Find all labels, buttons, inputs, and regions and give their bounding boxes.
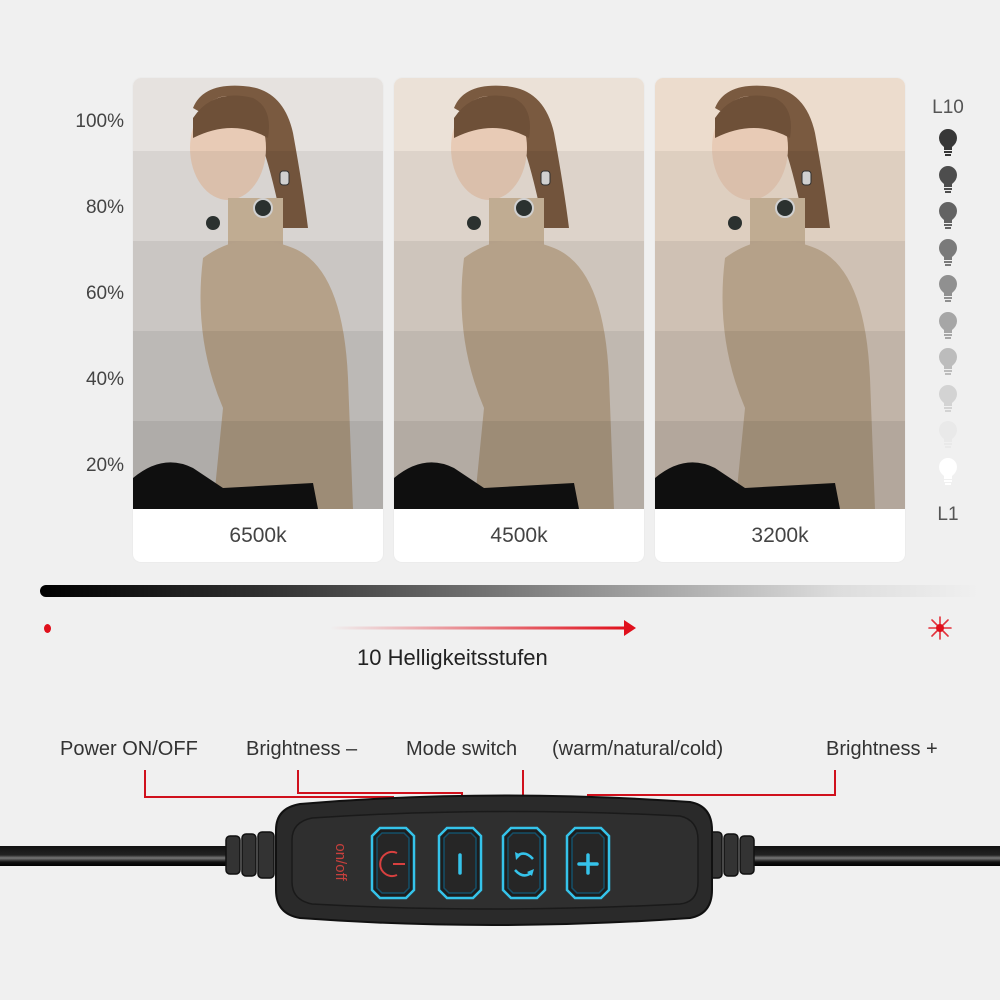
bulb-icon: [937, 311, 959, 339]
mode-switch-button[interactable]: [501, 826, 547, 900]
brightness-band: [655, 241, 905, 331]
brightness-band: [133, 241, 383, 331]
mode-switch-label: Mode switch: [406, 738, 518, 760]
brightness-label-100: 100%: [75, 111, 124, 132]
brightness-gradient-bar: [40, 585, 980, 597]
model-photo: [133, 78, 383, 509]
brightness-plus-label: Brightness +: [826, 738, 938, 760]
brightness-band: [394, 421, 644, 509]
level-top-label: L10: [932, 97, 964, 118]
bulb-icon: [937, 457, 959, 485]
brightness-minus-label: Brightness –: [246, 738, 358, 760]
level-bottom-label: L1: [937, 504, 959, 525]
brightness-band: [655, 331, 905, 421]
model-photo: [394, 78, 644, 509]
bulb-icon: [937, 420, 959, 448]
cable-left: [0, 846, 232, 866]
color-temperature-label: 3200k: [751, 524, 809, 547]
brightness-plus-button[interactable]: [565, 826, 611, 900]
brightness-label-40: 40%: [85, 369, 124, 390]
bulb-icon: [937, 238, 959, 266]
strain-relief-right: [705, 831, 755, 879]
inline-remote-controller: on/off: [0, 794, 1000, 926]
brightness-band: [133, 331, 383, 421]
brightness-band: [394, 241, 644, 331]
bulb-icon: [937, 384, 959, 412]
power-button[interactable]: [370, 826, 416, 900]
color-temperature-label: 6500k: [229, 524, 287, 547]
dim-light-icon: [44, 624, 51, 633]
increase-arrow-icon: [330, 620, 636, 636]
power-label: Power ON/OFF: [60, 738, 198, 760]
brightness-minus-button[interactable]: [437, 826, 483, 900]
on-off-print: on/off: [332, 843, 349, 881]
card-3200k: 3200k: [655, 78, 905, 562]
bright-light-icon: [928, 616, 952, 640]
card-4500k: 4500k: [394, 78, 644, 562]
bulb-icon: [937, 201, 959, 229]
brightness-label-80: 80%: [85, 197, 124, 218]
brightness-label-20: 20%: [85, 455, 124, 476]
bulb-icon: [937, 347, 959, 375]
brightness-band: [133, 151, 383, 241]
brightness-band: [655, 421, 905, 509]
brightness-band: [394, 151, 644, 241]
brightness-band: [394, 331, 644, 421]
mode-options-label: (warm/natural/cold): [552, 738, 724, 760]
cable-right: [750, 846, 1000, 866]
bulb-icon: [937, 274, 959, 302]
brightness-band: [133, 421, 383, 509]
color-temperature-label: 4500k: [490, 524, 548, 547]
bulb-icon: [937, 165, 959, 193]
bulb-icon: [937, 128, 959, 156]
brightness-label-60: 60%: [85, 283, 124, 304]
strain-relief-left: [225, 831, 275, 879]
card-6500k: 6500k: [133, 78, 383, 562]
model-photo: [655, 78, 905, 509]
brightness-band: [655, 151, 905, 241]
